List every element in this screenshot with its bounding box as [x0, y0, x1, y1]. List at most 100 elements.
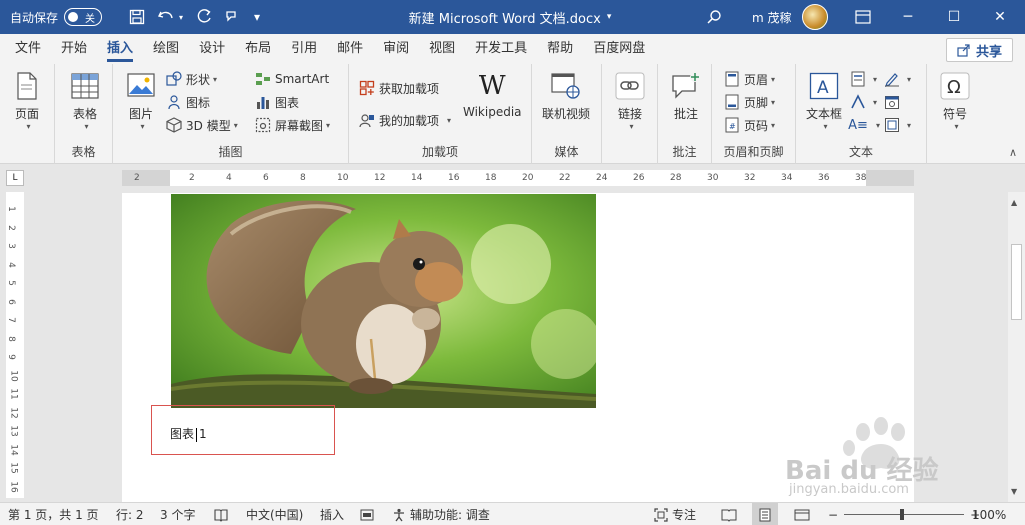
tab-4[interactable]: 设计 — [189, 34, 235, 64]
vruler-tick: 6 — [5, 298, 16, 305]
smartart-button[interactable]: SmartArt — [255, 69, 329, 89]
customize-qat-icon[interactable]: ▾ — [254, 0, 260, 34]
ribbon-display-icon[interactable] — [852, 0, 874, 34]
comment-button[interactable]: 批注 — [670, 70, 702, 122]
search-icon[interactable] — [703, 0, 725, 34]
3d-model-button[interactable]: 3D 模型 ▾ — [166, 115, 238, 135]
zoom-out-icon[interactable]: − — [828, 508, 838, 522]
tab-12[interactable]: 百度网盘 — [583, 34, 655, 64]
minimize-button[interactable]: ─ — [885, 0, 931, 34]
proofing-icon[interactable] — [214, 503, 228, 525]
screenshot-button[interactable]: 屏幕截图 ▾ — [255, 115, 330, 135]
textbox-button[interactable]: A 文本框 ▾ — [806, 70, 842, 131]
avatar[interactable] — [801, 4, 828, 30]
tab-10[interactable]: 开发工具 — [465, 34, 537, 64]
save-icon[interactable] — [126, 0, 148, 34]
ruler-tick: 24 — [596, 173, 608, 183]
signature-line-button[interactable]: ▾ — [884, 69, 911, 89]
vertical-ruler[interactable]: 1 2 3 4 5 6 7 8 9 10 11 12 13 14 15 16 — [6, 192, 24, 498]
ruler-tick: 34 — [781, 173, 793, 183]
baidu-watermark: Bai du 经验 jingyan.baidu.com — [785, 410, 985, 500]
vruler-tick: 14 — [8, 443, 19, 456]
shapes-button[interactable]: 形状 ▾ — [166, 69, 217, 89]
maximize-button[interactable]: ☐ — [931, 0, 977, 34]
object-button[interactable]: ▾ — [884, 115, 911, 135]
ruler-tick: 2 — [134, 173, 140, 183]
share-button[interactable]: 共享 — [945, 38, 1013, 62]
autosave-toggle[interactable]: 关 — [64, 8, 103, 26]
figure-caption[interactable]: 图表 1 — [170, 425, 207, 442]
autosave[interactable]: 自动保存 关 — [10, 0, 103, 34]
table-icon — [69, 70, 101, 102]
tab-2[interactable]: 插入 — [97, 34, 143, 64]
addins-group: 获取加载项 我的加载项 ▾ W Wikipedia 加载项 — [349, 64, 532, 164]
print-layout-icon[interactable] — [752, 503, 778, 525]
caption-label: 图表 — [170, 427, 195, 441]
vruler-tick: 15 — [8, 462, 19, 474]
ruler-tick: 22 — [559, 173, 571, 183]
squirrel-image[interactable] — [171, 194, 596, 408]
get-addins-button[interactable]: 获取加载项 — [359, 78, 439, 98]
header-button[interactable]: 页眉 ▾ — [724, 69, 775, 89]
tab-1[interactable]: 开始 — [51, 34, 97, 64]
read-mode-icon[interactable] — [721, 503, 737, 525]
tab-6[interactable]: 引用 — [281, 34, 327, 64]
my-addins-button[interactable]: 我的加载项 ▾ — [359, 110, 451, 130]
vertical-scrollbar[interactable]: ▲ ▼ — [1008, 192, 1025, 502]
chart-button[interactable]: 图表 — [255, 92, 299, 112]
tab-selector[interactable]: L — [6, 170, 24, 186]
dropcap-button[interactable]: A≡ ▾ — [848, 115, 880, 135]
footer-button[interactable]: 页脚 ▾ — [724, 92, 775, 112]
vruler-tick: 2 — [5, 224, 16, 231]
page-count[interactable]: 第 1 页，共 1 页 — [8, 503, 99, 525]
symbol-button[interactable]: Ω 符号 ▾ — [939, 70, 971, 131]
tab-3[interactable]: 绘图 — [143, 34, 189, 64]
text-cursor — [196, 427, 198, 442]
tab-9[interactable]: 视图 — [419, 34, 465, 64]
vruler-tick: 10 — [8, 369, 19, 382]
page-number-button[interactable]: # 页码 ▾ — [724, 115, 775, 135]
tab-11[interactable]: 帮助 — [537, 34, 583, 64]
quick-parts-button[interactable]: ▾ — [850, 69, 877, 89]
web-layout-icon[interactable] — [794, 503, 810, 525]
accessibility-checker[interactable]: 辅助功能: 调查 — [392, 503, 490, 525]
picture-button[interactable]: 图片 ▾ — [125, 70, 157, 131]
language[interactable]: 中文(中国) — [246, 503, 303, 525]
wordart-button[interactable]: ▾ — [850, 92, 877, 112]
tab-0[interactable]: 文件 — [5, 34, 51, 64]
quick-access-icon[interactable] — [222, 0, 244, 34]
tab-8[interactable]: 审阅 — [373, 34, 419, 64]
line-number[interactable]: 行: 2 — [116, 503, 144, 525]
scroll-down-icon[interactable]: ▼ — [1011, 487, 1017, 496]
scroll-up-icon[interactable]: ▲ — [1011, 198, 1017, 207]
horizontal-ruler[interactable]: 2 2 4 6 8 10 12 14 16 18 20 22 24 26 28 30 32 34 36 38 — [122, 170, 914, 186]
document-title[interactable]: 新建 Microsoft Word 文档.docx ▾ — [330, 0, 690, 34]
ruler-tick: 14 — [411, 173, 423, 183]
word-count[interactable]: 3 个字 — [160, 503, 195, 525]
table-button[interactable]: 表格 ▾ — [69, 70, 101, 131]
undo-icon[interactable]: ▾ — [155, 0, 183, 34]
zoom-slider[interactable]: − + — [828, 503, 980, 525]
macro-icon[interactable] — [360, 503, 374, 525]
vruler-tick: 8 — [5, 335, 16, 342]
online-video-button[interactable]: 联机视频 — [542, 70, 590, 122]
tab-7[interactable]: 邮件 — [327, 34, 373, 64]
focus-mode-button[interactable]: 专注 — [654, 503, 696, 525]
collapse-ribbon-icon[interactable]: ∧ — [1009, 146, 1017, 159]
pages-button[interactable]: 页面 ▾ — [11, 70, 43, 131]
signature-icon — [884, 71, 900, 87]
close-button[interactable]: ✕ — [977, 0, 1023, 34]
wikipedia-button[interactable]: W Wikipedia — [463, 70, 522, 119]
illustrations-group: 图片 ▾ 形状 ▾ 图标 3D 模型 ▾ SmartArt 图表 屏幕截图 ▾ 插图 — [113, 64, 349, 164]
redo-icon[interactable] — [193, 0, 215, 34]
user-account[interactable]: m 茂稼 — [752, 0, 828, 34]
vruler-tick: 7 — [5, 317, 16, 323]
zoom-track[interactable] — [844, 509, 965, 520]
datetime-button[interactable] — [884, 92, 904, 112]
scrollbar-thumb[interactable] — [1011, 244, 1022, 320]
zoom-level[interactable]: 100% — [972, 503, 1006, 525]
icons-button[interactable]: 图标 — [166, 92, 210, 112]
link-button[interactable]: 链接 ▾ — [614, 70, 646, 131]
tab-5[interactable]: 布局 — [235, 34, 281, 64]
insert-mode[interactable]: 插入 — [320, 503, 344, 525]
